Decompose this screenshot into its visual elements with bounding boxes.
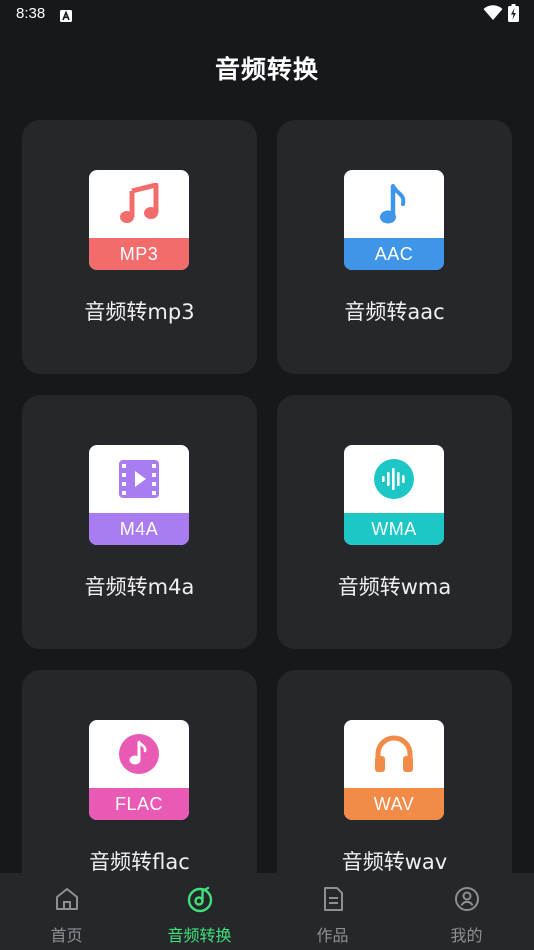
card-m4a[interactable]: M4A 音频转m4a (22, 395, 257, 649)
card-label-wma: 音频转wma (337, 575, 452, 599)
card-label-aac: 音频转aac (344, 300, 445, 324)
card-label-wav: 音频转wav (341, 850, 448, 874)
document-icon (323, 887, 343, 911)
disc-note-icon (119, 734, 159, 774)
music-note-icon (120, 183, 159, 223)
nav-item-works[interactable]: 作品 (266, 873, 399, 950)
wma-file-icon: WMA (344, 445, 444, 545)
bottom-nav: 首页 音频转换 作品 我的 (0, 873, 534, 950)
nav-item-home[interactable]: 首页 (0, 873, 133, 950)
aac-badge: AAC (344, 238, 444, 270)
sound-wave-icon (374, 459, 414, 499)
card-wma[interactable]: WMA 音频转wma (277, 395, 512, 649)
nav-item-audio-convert[interactable]: 音频转换 (133, 873, 266, 950)
wifi-icon (483, 5, 503, 25)
video-play-icon (119, 460, 159, 498)
status-bar: 8:38 (0, 0, 534, 28)
wav-file-icon: WAV (344, 720, 444, 820)
profile-icon (454, 887, 479, 911)
card-aac[interactable]: AAC 音频转aac (277, 120, 512, 374)
card-mp3[interactable]: MP3 音频转mp3 (22, 120, 257, 374)
nav-label-home: 首页 (50, 926, 83, 945)
aac-file-icon: AAC (344, 170, 444, 270)
page-title: 音频转换 (214, 55, 319, 84)
card-label-mp3: 音频转mp3 (84, 300, 195, 324)
flac-badge: FLAC (89, 788, 189, 820)
wav-badge: WAV (344, 788, 444, 820)
nav-item-mine[interactable]: 我的 (400, 873, 533, 950)
notification-a-icon (60, 7, 72, 26)
mp3-file-icon: MP3 (89, 170, 189, 270)
nav-label-mine: 我的 (450, 926, 483, 945)
music-disc-icon (187, 886, 212, 913)
flac-file-icon: FLAC (89, 720, 189, 820)
nav-label-works: 作品 (316, 926, 349, 945)
card-label-flac: 音频转flac (89, 850, 190, 874)
wma-badge: WMA (344, 513, 444, 545)
card-label-m4a: 音频转m4a (84, 575, 195, 599)
app-screen: 8:38 音频转换 MP3 音频转mp3 AAC 音频转aac M4A 音频转m… (0, 0, 534, 950)
nav-label-audio-convert: 音频转换 (167, 926, 232, 945)
m4a-badge: M4A (89, 513, 189, 545)
home-icon (55, 888, 78, 910)
mp3-badge: MP3 (89, 238, 189, 270)
eighth-note-icon (380, 184, 406, 224)
m4a-file-icon: M4A (89, 445, 189, 545)
headphones-icon (375, 735, 413, 772)
status-time: 8:38 (16, 5, 46, 22)
battery-charging-icon (508, 4, 519, 26)
